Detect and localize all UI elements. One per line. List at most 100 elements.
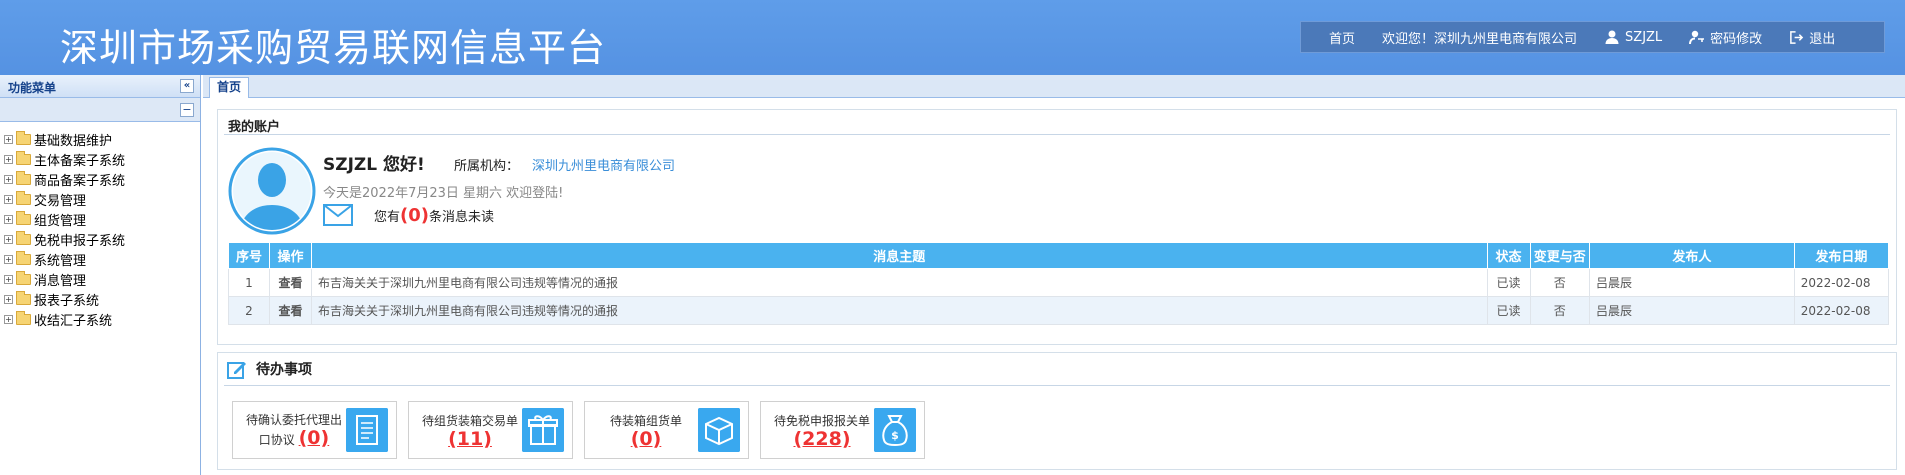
todo-card-text: 待装箱组货单 (0) [591, 402, 701, 458]
unread-message-count: 您有(0)条消息未读 [374, 205, 494, 226]
folder-icon [16, 250, 31, 265]
user-icon [1605, 30, 1619, 44]
sidebar-item[interactable]: + 收结汇子系统 [0, 309, 200, 329]
table-row: 1 查看 布吉海关关于深圳九州里电商有限公司违规等情况的通报 已读 否 吕晨辰 … [228, 268, 1890, 297]
col-header: 序号 [228, 242, 270, 269]
folder-icon [16, 210, 31, 225]
sidebar-item[interactable]: + 基础数据维护 [0, 129, 200, 149]
folder-icon [16, 310, 31, 325]
todo-count[interactable]: (228) [793, 430, 850, 449]
todo-count[interactable]: (11) [448, 430, 492, 449]
sidebar-item[interactable]: + 商品备案子系统 [0, 169, 200, 189]
sidebar-item[interactable]: + 组货管理 [0, 209, 200, 229]
nav-home-label: 首页 [1329, 31, 1356, 47]
expand-icon[interactable]: + [4, 314, 13, 324]
todo-card-packing[interactable]: 待装箱组货单 (0) [584, 401, 749, 459]
sidebar-item-label: 商品备案子系统 [34, 173, 126, 189]
sidebar-item-label: 消息管理 [34, 273, 87, 289]
nav-home-link[interactable]: 首页 [1329, 28, 1355, 47]
table-row: 2 查看 布吉海关关于深圳九州里电商有限公司违规等情况的通报 已读 否 吕晨辰 … [228, 296, 1890, 325]
sidebar-item-label: 免税申报子系统 [34, 233, 126, 249]
nav-logout-link[interactable]: 退出 [1789, 28, 1835, 47]
cell-subject: 布吉海关关于深圳九州里电商有限公司违规等情况的通报 [310, 268, 1488, 297]
todo-card-agent-agreement[interactable]: 待确认委托代理出 口协议 (0) [232, 401, 397, 459]
nav-password-link[interactable]: 密码修改 [1689, 28, 1762, 47]
col-header: 状态 [1486, 242, 1531, 269]
money-bag-icon: $ [874, 408, 916, 452]
mail-icon[interactable] [323, 204, 353, 226]
todo-section-title: 待办事项 [256, 362, 312, 378]
expand-icon[interactable]: + [4, 194, 13, 204]
message-table: 序号 操作 消息主题 状态 变更与否 发布人 发布日期 1 查看 布吉海关关于深… [228, 242, 1890, 325]
sidebar-item-label: 主体备案子系统 [34, 153, 126, 169]
col-header: 变更与否 [1529, 242, 1590, 269]
expand-icon[interactable]: + [4, 274, 13, 284]
tab-home[interactable]: 首页 [209, 77, 249, 98]
org-label: 所属机构： [454, 159, 520, 174]
account-panel: 我的账户 SZJZL 您好! 所属机构： 深圳九州里电商有限公司 今天是2022… [217, 109, 1897, 345]
todo-card-text: 待免税申报报关单 (228) [767, 402, 877, 458]
sidebar-item[interactable]: + 系统管理 [0, 249, 200, 269]
cell-changed: 否 [1529, 296, 1590, 325]
cell-status: 已读 [1486, 268, 1531, 297]
cell-date: 2022-02-08 [1793, 296, 1890, 325]
cell-publisher: 吕晨辰 [1588, 268, 1795, 297]
sidebar-item[interactable]: + 交易管理 [0, 189, 200, 209]
todo-count[interactable]: (0) [299, 427, 330, 449]
menu-tree: + 基础数据维护 + 主体备案子系统 + 商品备案子系统 + 交易管理 + 组货管理 + 免… [0, 122, 200, 329]
box-icon [698, 408, 740, 452]
sidebar-item-label: 组货管理 [34, 213, 87, 229]
folder-icon [16, 190, 31, 205]
expand-icon[interactable]: + [4, 174, 13, 184]
expand-icon[interactable]: + [4, 214, 13, 224]
col-header: 消息主题 [310, 242, 1488, 269]
folder-icon [16, 290, 31, 305]
sidebar: 功能菜单 « − + 基础数据维护 + 主体备案子系统 + 商品备案子系统 + 交易管理… [0, 75, 201, 475]
sidebar-item[interactable]: + 消息管理 [0, 269, 200, 289]
collapse-sidebar-button[interactable]: « [180, 79, 194, 93]
logout-icon [1790, 30, 1804, 44]
org-name: 深圳九州里电商有限公司 [532, 159, 676, 174]
msg-prefix: 您有 [374, 210, 401, 225]
main-content: 我的账户 SZJZL 您好! 所属机构： 深圳九州里电商有限公司 今天是2022… [203, 99, 1905, 475]
view-link[interactable]: 查看 [268, 268, 312, 297]
sidebar-item-label: 交易管理 [34, 193, 87, 209]
expand-icon[interactable]: + [4, 294, 13, 304]
sidebar-item[interactable]: + 主体备案子系统 [0, 149, 200, 169]
cell-no: 1 [228, 268, 270, 297]
expand-icon[interactable]: + [4, 234, 13, 244]
sidebar-item[interactable]: + 报表子系统 [0, 289, 200, 309]
folder-icon [16, 130, 31, 145]
sidebar-header: 功能菜单 « [0, 75, 200, 98]
sidebar-item-label: 收结汇子系统 [34, 313, 113, 329]
date-welcome-text: 今天是2022年7月23日 星期六 欢迎登陆! [323, 186, 564, 201]
nav-logout-label: 退出 [1809, 31, 1836, 47]
expand-icon[interactable]: + [4, 154, 13, 164]
nav-user-link[interactable]: SZJZL [1604, 29, 1662, 45]
collapse-all-button[interactable]: − [180, 103, 194, 117]
todo-card-tax-free-declaration[interactable]: 待免税申报报关单 (228) $ [760, 401, 925, 459]
cell-changed: 否 [1529, 268, 1590, 297]
view-link[interactable]: 查看 [268, 296, 312, 325]
sidebar-item[interactable]: + 免税申报子系统 [0, 229, 200, 249]
sidebar-title: 功能菜单 [8, 81, 57, 95]
col-header: 操作 [268, 242, 312, 269]
nav-password-label: 密码修改 [1710, 31, 1763, 47]
todo-label-line2: 口协议 (0) [259, 429, 329, 449]
sidebar-item-label: 系统管理 [34, 253, 87, 269]
tab-bar: 首页 [203, 75, 1905, 98]
expand-icon[interactable]: + [4, 134, 13, 144]
todo-card-assembly-trade[interactable]: 待组货装箱交易单 (11) [408, 401, 573, 459]
sidebar-item-label: 报表子系统 [34, 293, 100, 309]
cell-publisher: 吕晨辰 [1588, 296, 1795, 325]
folder-icon [16, 270, 31, 285]
col-header: 发布人 [1588, 242, 1795, 269]
todo-panel: 待办事项 待确认委托代理出 口协议 (0) 待组货装箱交易单 (11) 待装箱组… [217, 352, 1897, 470]
todo-card-text: 待确认委托代理出 口协议 (0) [239, 402, 349, 458]
todo-count[interactable]: (0) [631, 430, 662, 449]
cell-subject: 布吉海关关于深圳九州里电商有限公司违规等情况的通报 [310, 296, 1488, 325]
msg-count[interactable]: (0) [400, 205, 429, 226]
col-header: 发布日期 [1793, 242, 1890, 269]
expand-icon[interactable]: + [4, 254, 13, 264]
svg-text:$: $ [891, 429, 899, 442]
